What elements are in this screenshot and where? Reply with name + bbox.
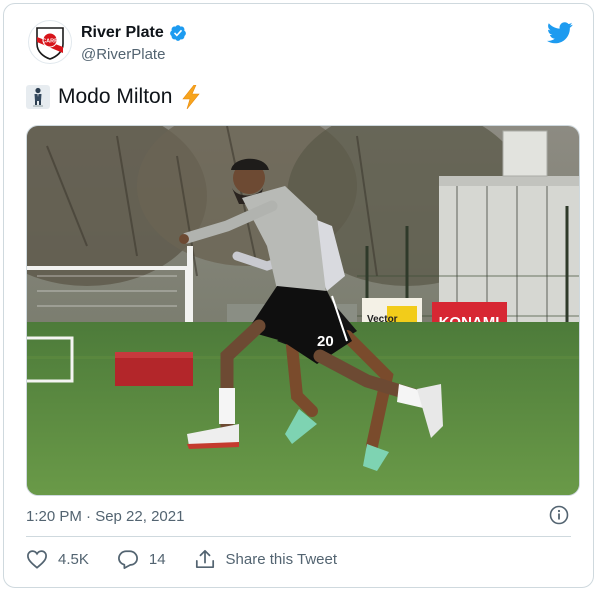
training-photo: Vector KONAMI: [27, 126, 579, 495]
twitter-logo-icon[interactable]: [547, 22, 573, 49]
user-handle[interactable]: @RiverPlate: [81, 46, 187, 63]
reply-icon: [117, 550, 138, 569]
heart-icon: [27, 550, 47, 569]
info-icon[interactable]: [549, 505, 569, 530]
crest-letters: CARP: [42, 39, 58, 45]
tweet-card: CARP River Plate @RiverPlate Modo Milton…: [3, 3, 594, 588]
tweet-actions: 4.5K 14 Share this Tweet: [26, 549, 337, 569]
divider: [26, 536, 571, 537]
high-voltage-emoji-icon: [182, 85, 201, 109]
tweet-body: Modo Milton: [58, 85, 173, 108]
tweet-timestamp[interactable]: 1:20 PM · Sep 22, 2021: [26, 508, 184, 525]
share-button[interactable]: Share this Tweet: [194, 549, 337, 569]
river-plate-crest-icon: CARP: [36, 27, 64, 60]
reply-button[interactable]: 14: [117, 549, 166, 569]
display-name[interactable]: River Plate: [81, 24, 164, 42]
jersey-number: 20: [317, 333, 334, 350]
reply-count: 14: [148, 550, 166, 568]
levitating-man-emoji-icon: [26, 85, 50, 109]
avatar[interactable]: CARP: [28, 20, 72, 64]
author-block: River Plate @RiverPlate: [81, 24, 187, 63]
share-label: Share this Tweet: [225, 550, 337, 568]
tweet-text: Modo Milton: [26, 85, 202, 109]
like-count: 4.5K: [58, 550, 89, 568]
tweet-photo[interactable]: Vector KONAMI: [26, 125, 580, 496]
like-button[interactable]: 4.5K: [26, 549, 89, 569]
verified-badge-icon: [169, 25, 186, 41]
share-icon: [195, 549, 214, 569]
